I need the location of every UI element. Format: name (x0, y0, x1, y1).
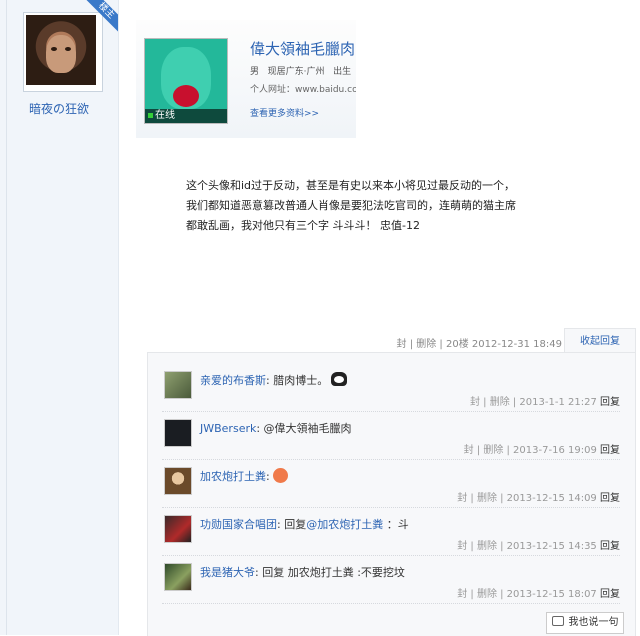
reply-item: 亲爱的布香斯: 腊肉博士。 封 | 删除 | 2013-1-1 21:27 回复 (162, 363, 620, 412)
avatar-mouth (173, 85, 199, 107)
reply-text: : 回复 (277, 518, 307, 531)
comment-icon (551, 616, 564, 626)
post-body: 这个头像和id过于反动，甚至是有史以来本小将见过最反动的一个，我们都知道恶意篡改… (186, 179, 516, 232)
reply-line: 亲爱的布香斯: 腊肉博士。 (200, 372, 348, 388)
post-meta: 封 | 删除 | 20楼 2012-12-31 18:49 (396, 339, 562, 350)
reply-actions[interactable]: 封 | 删除 | 2013-1-1 21:27 (470, 397, 597, 408)
face-emoji-icon (272, 468, 288, 483)
reply-actions[interactable]: 封 | 删除 | 2013-12-15 18:07 (457, 589, 597, 600)
op-badge: 楼主 (84, 0, 118, 34)
reply-meta: 封 | 删除 | 2013-7-16 19:09 回复 (464, 441, 620, 456)
reply-button[interactable]: 回复 (600, 541, 620, 552)
reply-text: : (266, 470, 270, 483)
reply-avatar[interactable] (164, 371, 192, 399)
reply-actions[interactable]: 封 | 删除 | 2013-12-15 14:35 (457, 541, 597, 552)
panda-emoji-icon (331, 372, 348, 386)
reply-text: : 腊肉博士。 (266, 374, 329, 387)
reply-avatar[interactable] (164, 563, 192, 591)
sidebar-divider (6, 0, 7, 635)
add-comment-label: 我也说一句 (568, 617, 619, 628)
reply-avatar[interactable] (164, 515, 192, 543)
add-comment-button[interactable]: 我也说一句 (546, 612, 624, 634)
view-more-link[interactable]: 查看更多资料>> (250, 106, 319, 119)
profile-card-avatar[interactable]: 在线 (144, 38, 228, 124)
reply-username[interactable]: 亲爱的布香斯 (200, 374, 266, 387)
reply-text: : 回复 加农炮打土粪 :不要挖坟 (255, 566, 405, 579)
online-status: 在线 (145, 109, 227, 123)
profile-card-name[interactable]: 偉大領袖毛臘肉 (250, 38, 355, 59)
reply-actions[interactable]: 封 | 删除 | 2013-7-16 19:09 (464, 445, 597, 456)
reply-item: 功勋国家合唱团: 回复@加农炮打土粪 ：斗 封 | 删除 | 2013-12-1… (162, 507, 620, 556)
reply-username[interactable]: 加农炮打土粪 (200, 470, 266, 483)
reply-line: 功勋国家合唱团: 回复@加农炮打土粪 ：斗 (200, 516, 409, 532)
reply-meta: 封 | 删除 | 2013-12-15 14:35 回复 (457, 537, 620, 552)
collapse-replies-button[interactable]: 收起回复 (564, 328, 636, 354)
reply-actions[interactable]: 封 | 删除 | 2013-12-15 14:09 (457, 493, 597, 504)
reply-avatar[interactable] (164, 467, 192, 495)
profile-url: 个人网址：www.baidu.co (250, 85, 356, 95)
reply-username[interactable]: 功勋国家合唱团 (200, 518, 277, 531)
reply-button[interactable]: 回复 (600, 589, 620, 600)
profile-location: 现居广东·广州 (267, 67, 325, 77)
op-badge-label: 楼主 (84, 0, 118, 34)
reply-username[interactable]: JWBerserk (200, 422, 256, 435)
monkey-face (46, 35, 76, 73)
reply-line: JWBerserk: @偉大領袖毛臘肉 (200, 420, 352, 436)
reply-line: 加农炮打土粪: (200, 468, 288, 484)
profile-extra: 出生 (333, 67, 352, 77)
reply-item: 我是猪大爷: 回复 加农炮打土粪 :不要挖坟 封 | 删除 | 2013-12-… (162, 555, 620, 604)
reply-button[interactable]: 回复 (600, 397, 620, 408)
reply-meta: 封 | 删除 | 2013-12-15 14:09 回复 (457, 489, 620, 504)
profile-card-info: 男 现居广东·广州 出生 (250, 64, 356, 77)
reply-meta: 封 | 删除 | 2013-1-1 21:27 回复 (470, 393, 620, 408)
reply-button[interactable]: 回复 (600, 493, 620, 504)
author-sidebar: 楼主 暗夜の狂欲 (0, 0, 119, 635)
reply-mention[interactable]: @加农炮打土粪 (306, 518, 383, 531)
reply-list: 亲爱的布香斯: 腊肉博士。 封 | 删除 | 2013-1-1 21:27 回复… (147, 352, 636, 636)
author-username[interactable]: 暗夜の狂欲 (0, 100, 118, 117)
reply-button[interactable]: 回复 (600, 445, 620, 456)
reply-meta: 封 | 删除 | 2013-12-15 18:07 回复 (457, 585, 620, 600)
monkey-eye-right (65, 47, 71, 51)
reply-line: 我是猪大爷: 回复 加农炮打土粪 :不要挖坟 (200, 564, 405, 580)
user-profile-card: 在线 偉大領袖毛臘肉 男 现居广东·广州 出生 个人网址：www.baidu.c… (136, 20, 356, 138)
reply-username[interactable]: 我是猪大爷 (200, 566, 255, 579)
reply-avatar[interactable] (164, 419, 192, 447)
reply-item: 加农炮打土粪: 封 | 删除 | 2013-12-15 14:09 回复 (162, 459, 620, 508)
reply-item: JWBerserk: @偉大領袖毛臘肉 封 | 删除 | 2013-7-16 1… (162, 411, 620, 460)
profile-gender: 男 (250, 67, 260, 77)
monkey-eye-left (51, 47, 57, 51)
reply-text-post: ：斗 (383, 518, 409, 531)
reply-text: : @偉大領袖毛臘肉 (256, 422, 352, 435)
